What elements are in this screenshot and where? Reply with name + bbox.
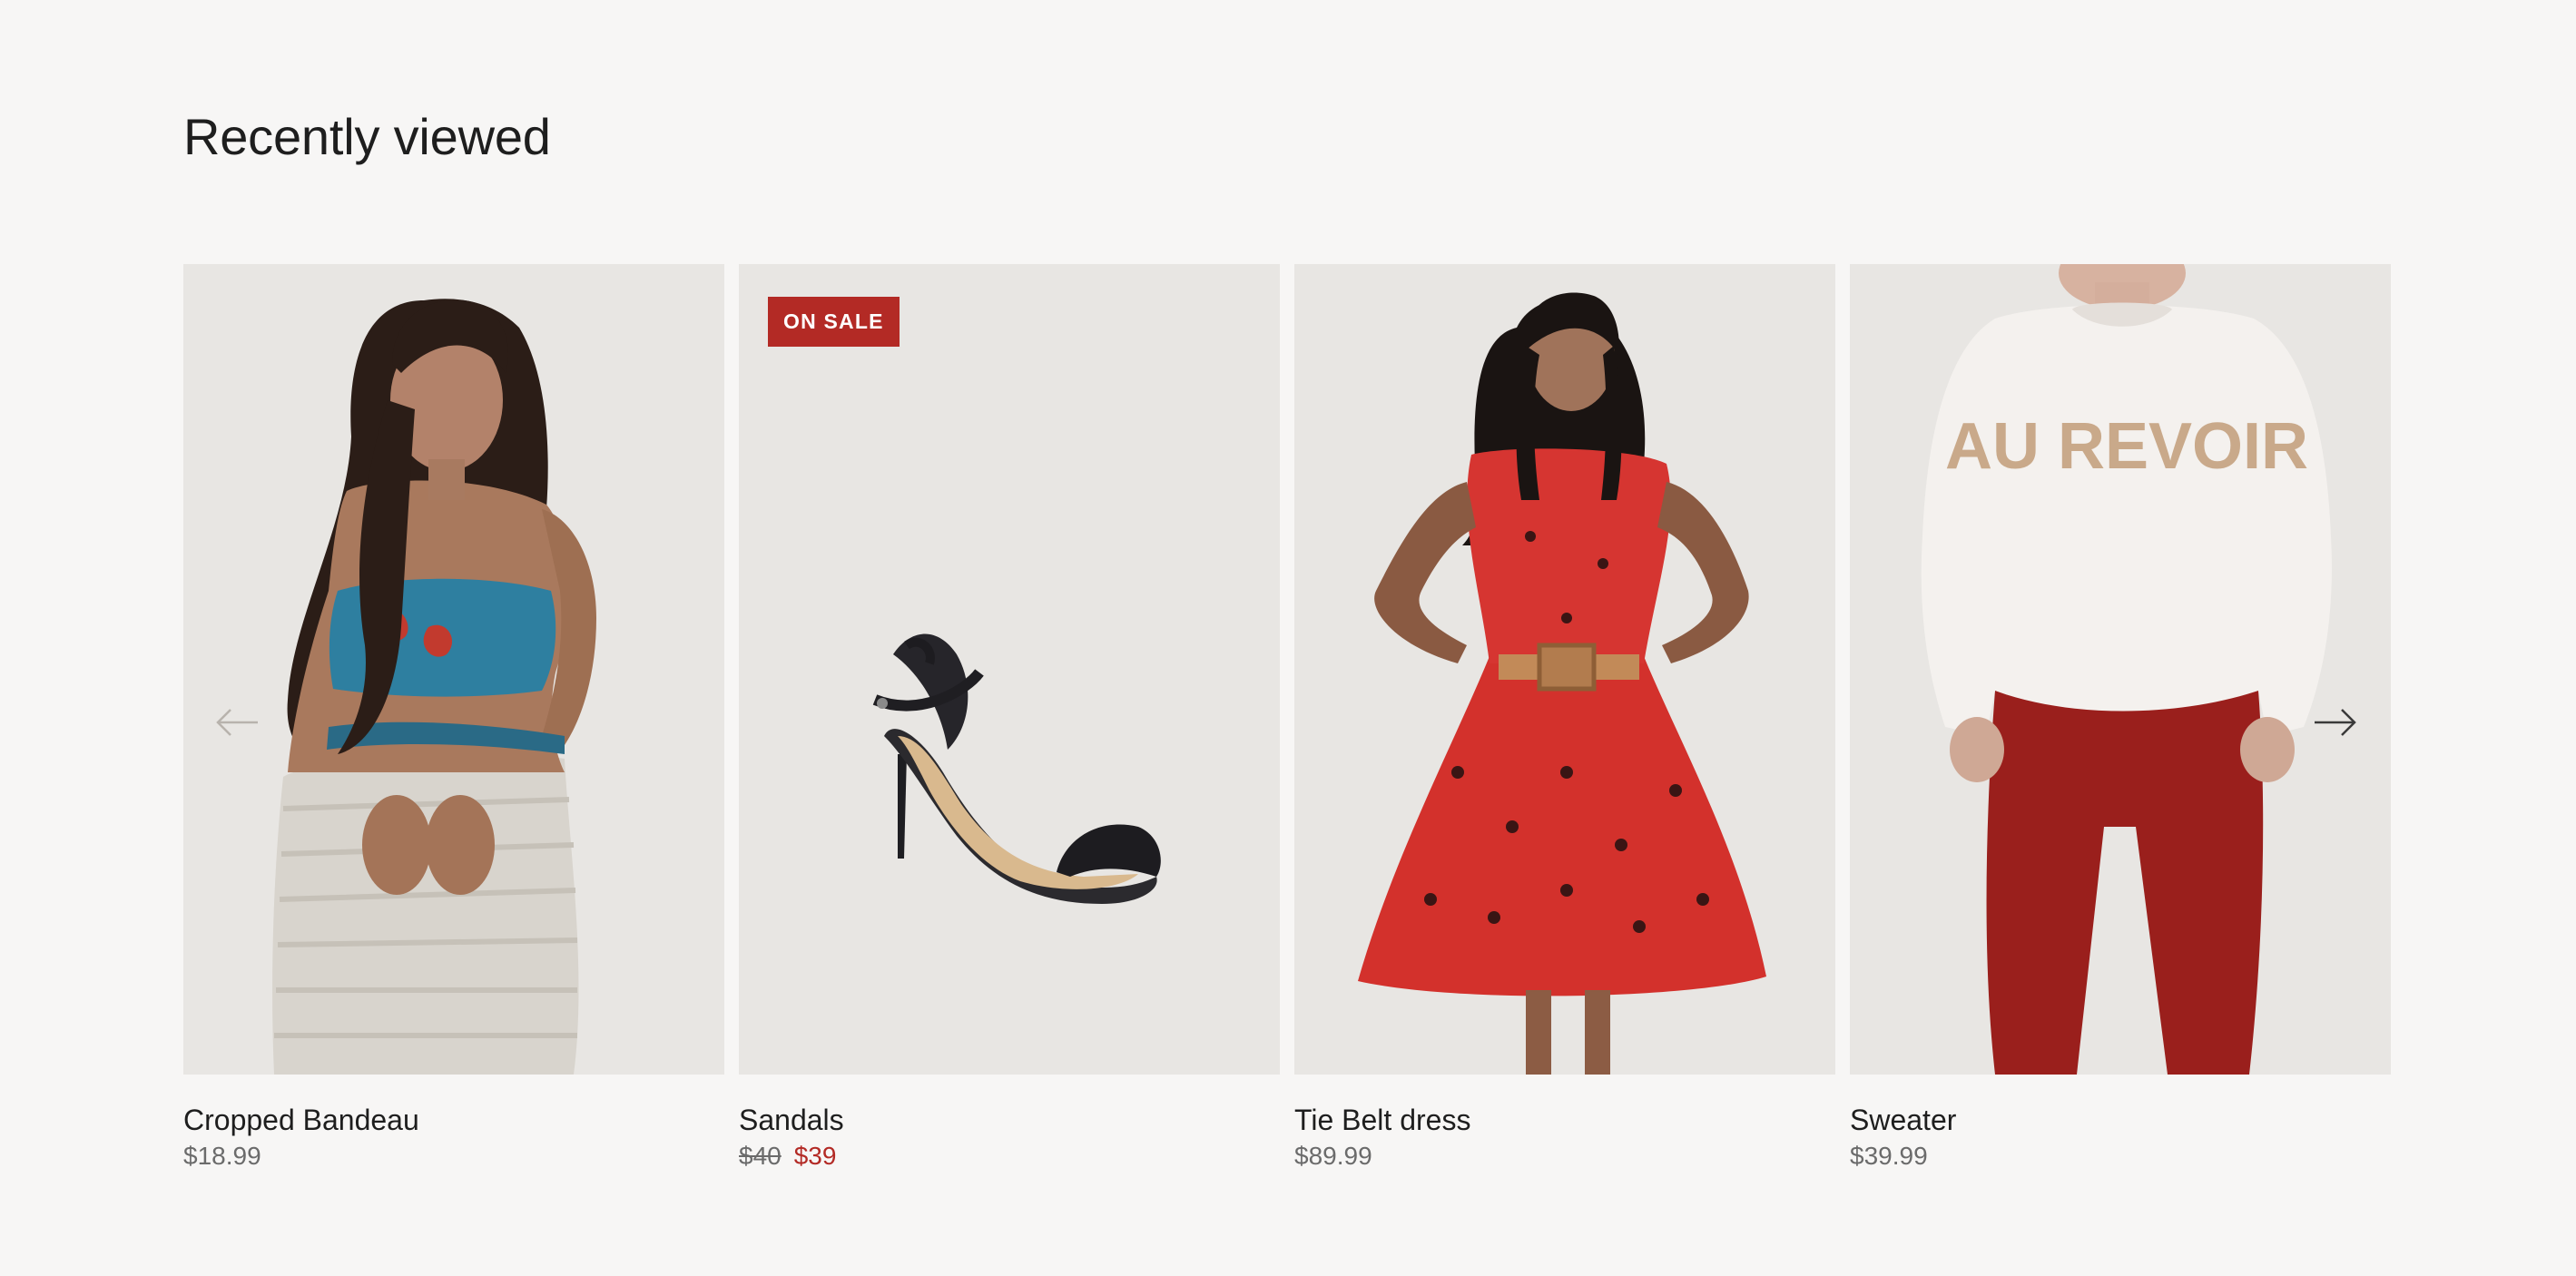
- on-sale-badge: ON SALE: [768, 297, 900, 347]
- price: $18.99: [183, 1142, 261, 1170]
- sweater-print-text: AU REVOIR: [1945, 410, 2308, 483]
- product-carousel: Cropped Bandeau $18.99 ON SALE Sandals $…: [183, 264, 2391, 1190]
- product-price: $89.99: [1294, 1140, 1835, 1173]
- product-name[interactable]: Sweater: [1850, 1075, 2391, 1138]
- product-image-sweater[interactable]: AU REVOIR: [1850, 264, 2391, 1075]
- section-title: Recently viewed: [183, 108, 551, 165]
- sandal-illustration: [872, 633, 1161, 904]
- arrow-right-icon: [2315, 709, 2356, 736]
- product-image-sandals[interactable]: ON SALE: [739, 264, 1280, 1075]
- price-sale: $39: [793, 1142, 837, 1170]
- product-price: $18.99: [183, 1140, 724, 1173]
- carousel-next-button[interactable]: [2307, 695, 2362, 750]
- carousel-prev-button[interactable]: [211, 695, 265, 750]
- product-image-cropped-bandeau[interactable]: [183, 264, 724, 1075]
- product-price: $39.99: [1850, 1140, 2391, 1173]
- product-card-sandals[interactable]: ON SALE Sandals $40 $39: [739, 264, 1280, 1173]
- price-original: $40: [739, 1142, 782, 1170]
- price: $89.99: [1294, 1142, 1372, 1170]
- product-image-tie-belt-dress[interactable]: [1294, 264, 1835, 1075]
- price: $39.99: [1850, 1142, 1928, 1170]
- product-card-tie-belt-dress[interactable]: Tie Belt dress $89.99: [1294, 264, 1835, 1173]
- product-name[interactable]: Tie Belt dress: [1294, 1075, 1835, 1138]
- product-name[interactable]: Cropped Bandeau: [183, 1075, 724, 1138]
- product-name[interactable]: Sandals: [739, 1075, 1280, 1138]
- woman-red-dress-illustration: [1358, 292, 1766, 1075]
- sweater-illustration: AU REVOIR: [1921, 264, 2332, 1075]
- arrow-left-icon: [216, 709, 258, 736]
- product-price: $40 $39: [739, 1140, 1280, 1173]
- woman-bandeau-illustration: [272, 299, 596, 1075]
